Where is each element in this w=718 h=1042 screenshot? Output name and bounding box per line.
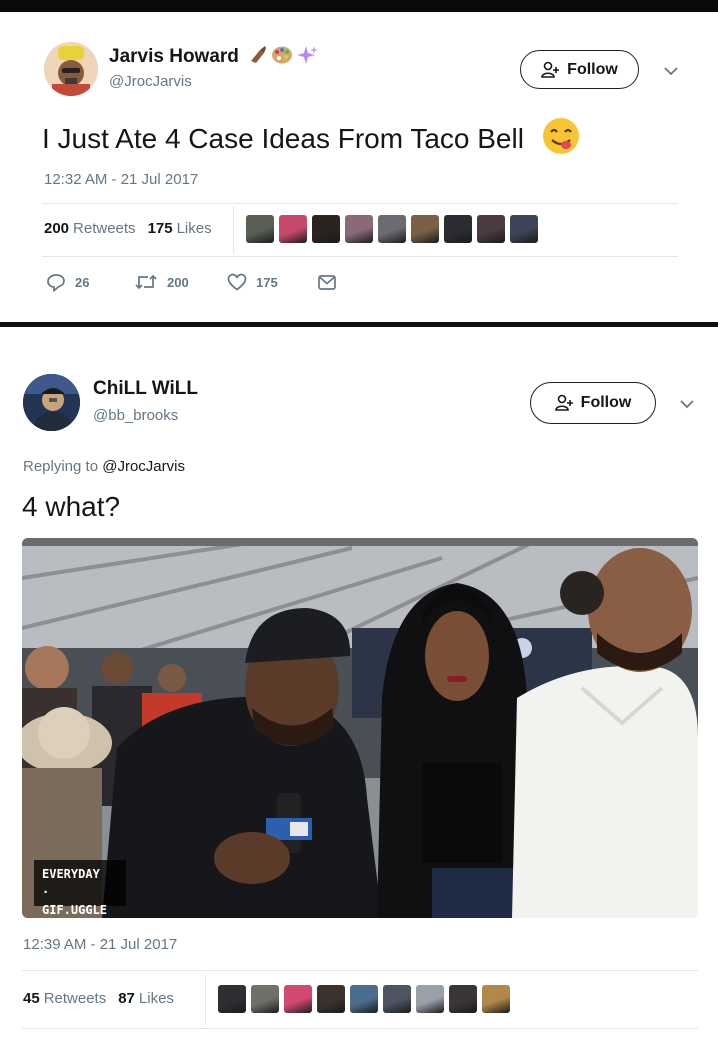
- reply-action[interactable]: 26: [46, 273, 89, 292]
- yum-face-emoji-icon: [542, 118, 579, 154]
- stats-separator: [205, 975, 206, 1025]
- liker-avatar[interactable]: [284, 985, 312, 1013]
- name-emojis: [248, 45, 319, 65]
- likes-count: 175: [147, 220, 173, 237]
- liker-avatar[interactable]: [383, 985, 411, 1013]
- like-count: 175: [256, 274, 278, 290]
- top-black-bar: [0, 0, 718, 12]
- reply-icon: [47, 274, 65, 292]
- tweet-text-1: I Just Ate 4 Case Ideas From Taco Bell: [42, 117, 580, 155]
- retweet-action[interactable]: 200: [134, 273, 189, 291]
- add-person-icon: [541, 61, 560, 78]
- gif-watermark-badge: EVERYDAY · GIF.UGGLE: [34, 860, 126, 917]
- liker-avatar[interactable]: [345, 215, 373, 243]
- replying-to-handle-link[interactable]: @JrocJarvis: [102, 458, 185, 475]
- retweets-stat[interactable]: 45 Retweets: [23, 990, 106, 1007]
- replying-to-line: Replying to @JrocJarvis: [23, 458, 185, 475]
- chevron-down-icon[interactable]: [663, 65, 679, 77]
- add-person-icon: [554, 394, 573, 411]
- avatar-image: [23, 374, 80, 431]
- tweet-separator-bar: [0, 322, 718, 327]
- likes-label: Likes: [138, 990, 174, 1007]
- liker-avatar[interactable]: [510, 215, 538, 243]
- jarvis-avatar[interactable]: [44, 42, 98, 96]
- stats-separator: [233, 206, 234, 254]
- retweet-count: 200: [167, 274, 189, 290]
- tweet-stats-1: 200 Retweets 175 Likes: [44, 220, 212, 237]
- liker-avatar[interactable]: [477, 215, 505, 243]
- divider: [22, 1028, 698, 1029]
- replying-to-prefix: Replying to: [23, 458, 99, 475]
- retweets-count: 45: [23, 990, 40, 1007]
- reply-count: 26: [75, 275, 90, 290]
- liker-avatar[interactable]: [449, 985, 477, 1013]
- liker-avatars-1: [246, 215, 538, 243]
- chill-will-display-name[interactable]: ChiLL WiLL: [93, 378, 198, 400]
- jarvis-display-name[interactable]: Jarvis Howard: [109, 45, 319, 68]
- retweet-icon: [135, 274, 157, 290]
- tweet-timestamp-1[interactable]: 12:32 AM - 21 Jul 2017: [44, 171, 198, 188]
- chill-will-avatar[interactable]: [23, 374, 80, 431]
- liker-avatar[interactable]: [246, 215, 274, 243]
- retweets-label: Retweets: [73, 220, 136, 237]
- liker-avatar[interactable]: [251, 985, 279, 1013]
- follow-button-2[interactable]: Follow: [530, 382, 656, 424]
- liker-avatar[interactable]: [416, 985, 444, 1013]
- display-name-text: Jarvis Howard: [109, 46, 239, 67]
- likes-count: 87: [118, 990, 135, 1007]
- like-action[interactable]: 175: [227, 273, 278, 291]
- retweets-label: Retweets: [43, 990, 107, 1007]
- avatar-image: [44, 42, 98, 96]
- chill-will-handle[interactable]: @bb_brooks: [93, 407, 178, 424]
- follow-button-1[interactable]: Follow: [520, 50, 639, 89]
- envelope-icon: [318, 275, 336, 290]
- likes-stat[interactable]: 87 Likes: [118, 990, 174, 1007]
- liker-avatar[interactable]: [350, 985, 378, 1013]
- liker-avatar[interactable]: [279, 215, 307, 243]
- writing-hand-emoji-icon: [251, 46, 267, 63]
- gif-media[interactable]: EVERYDAY · GIF.UGGLE: [22, 538, 698, 918]
- liker-avatar[interactable]: [312, 215, 340, 243]
- divider: [22, 970, 698, 971]
- retweets-count: 200: [44, 220, 70, 237]
- heart-icon: [227, 273, 247, 291]
- sparkles-emoji-icon: [297, 46, 319, 64]
- liker-avatar[interactable]: [482, 985, 510, 1013]
- tweet-stats-2: 45 Retweets 87 Likes: [23, 990, 174, 1007]
- liker-avatar[interactable]: [218, 985, 246, 1013]
- tweet-timestamp-2[interactable]: 12:39 AM - 21 Jul 2017: [23, 936, 177, 953]
- liker-avatar[interactable]: [378, 215, 406, 243]
- liker-avatar[interactable]: [411, 215, 439, 243]
- liker-avatar[interactable]: [444, 215, 472, 243]
- liker-avatar[interactable]: [317, 985, 345, 1013]
- likes-label: Likes: [176, 220, 212, 237]
- follow-label: Follow: [567, 60, 618, 78]
- tweet-text-2: 4 what?: [22, 491, 121, 522]
- divider: [42, 203, 678, 204]
- artist-palette-emoji-icon: [272, 46, 293, 64]
- jarvis-handle[interactable]: @JrocJarvis: [109, 73, 192, 90]
- direct-message-action[interactable]: [318, 275, 336, 290]
- retweets-stat[interactable]: 200 Retweets: [44, 220, 136, 237]
- chevron-down-icon[interactable]: [679, 398, 695, 410]
- tweet-text: I Just Ate 4 Case Ideas From Taco Bell: [42, 123, 524, 154]
- follow-label: Follow: [580, 394, 632, 411]
- liker-avatars-2: [218, 985, 510, 1013]
- divider: [42, 256, 678, 257]
- likes-stat[interactable]: 175 Likes: [148, 220, 212, 237]
